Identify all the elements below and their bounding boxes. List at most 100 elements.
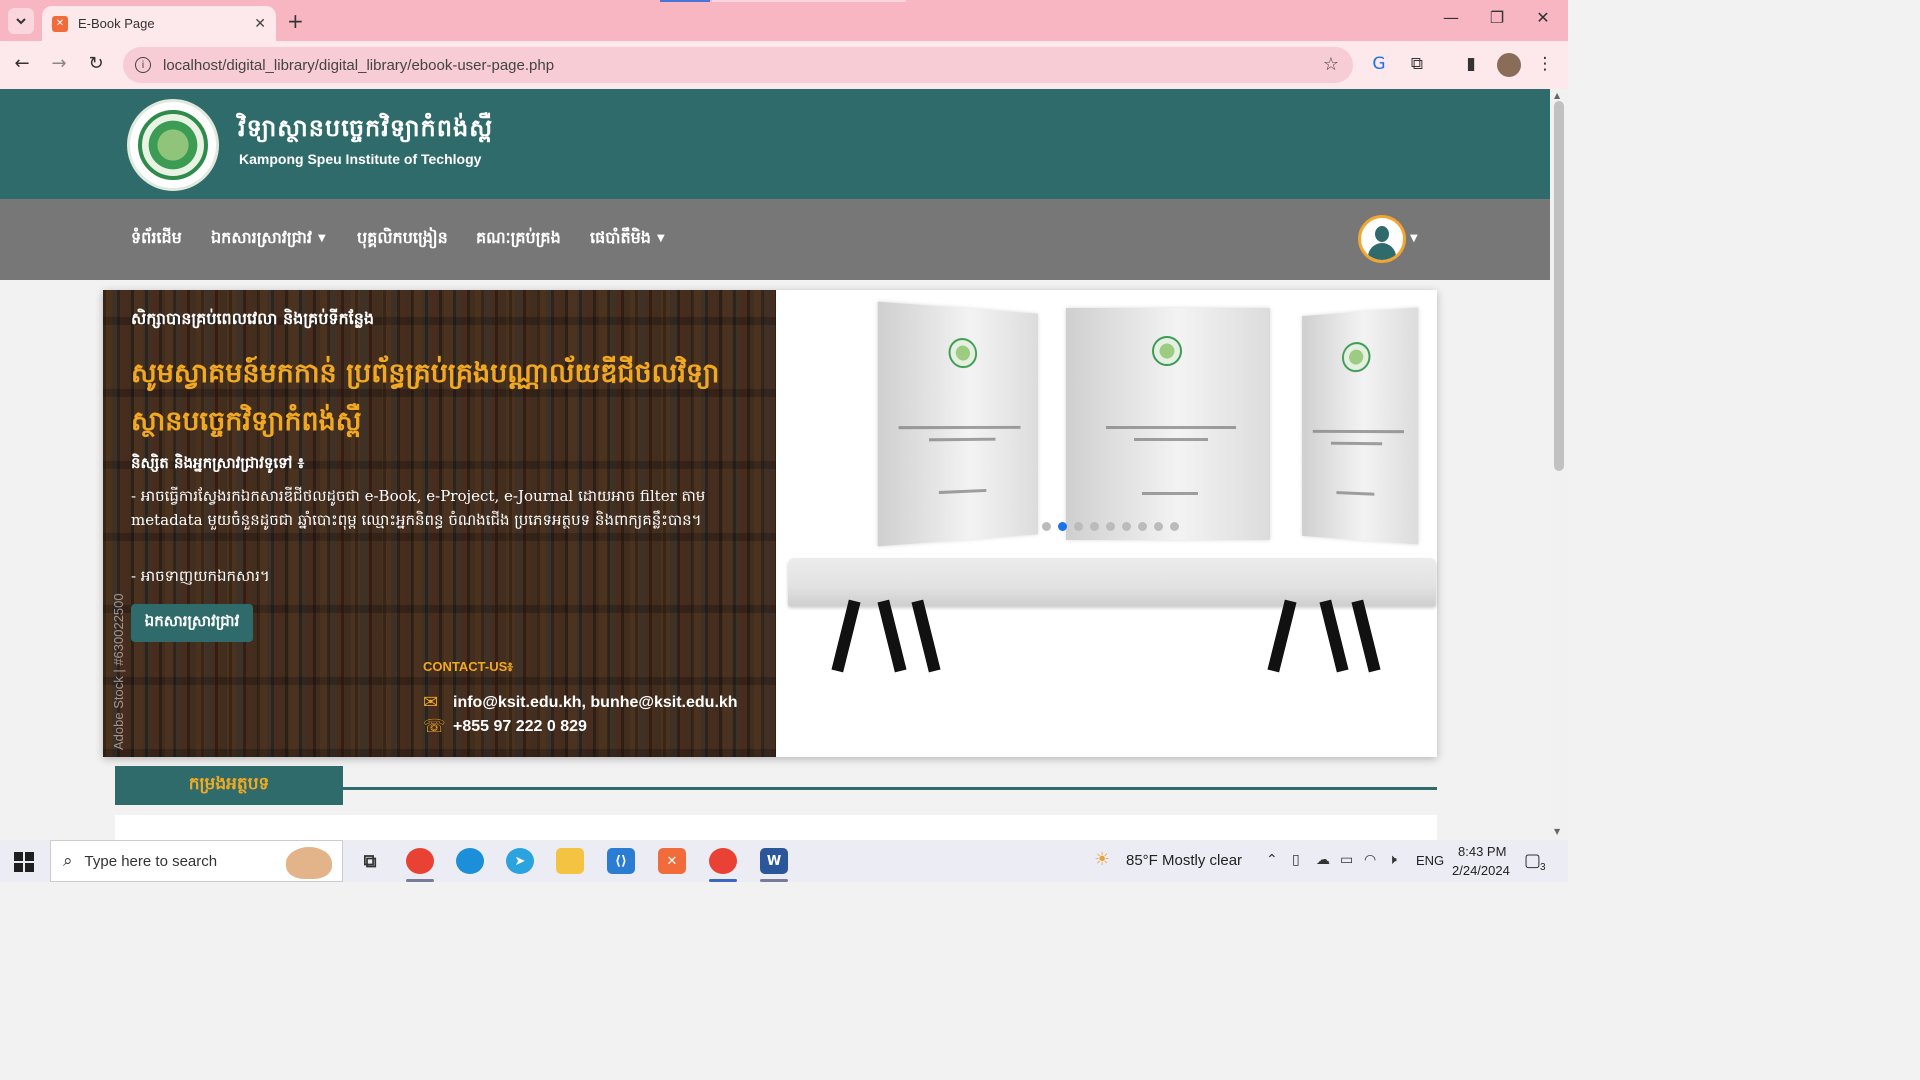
carousel-dot[interactable]: [1106, 522, 1115, 531]
new-tab-plus-icon[interactable]: +: [287, 9, 304, 33]
browser-tab-active[interactable]: ✕ E-Book Page ✕: [42, 6, 276, 41]
carousel-dot[interactable]: [1138, 522, 1147, 531]
book-seal-icon: [1342, 341, 1371, 373]
carousel-dot[interactable]: [1090, 522, 1099, 531]
nav-more[interactable]: ផេបាំតឹមិង ▼: [590, 227, 665, 251]
clock-date[interactable]: 2/24/2024: [1452, 863, 1510, 878]
chrome-profile-app-icon[interactable]: [709, 848, 737, 874]
user-avatar[interactable]: [1358, 215, 1406, 263]
hero-description-download: - អាចទាញយកឯកសារ។: [131, 567, 270, 585]
taskbar-search[interactable]: ⌕ Type here to search: [50, 840, 343, 882]
carousel-dot[interactable]: [1058, 522, 1067, 531]
minimize-icon[interactable]: —: [1428, 8, 1474, 27]
book-carousel: [776, 290, 1437, 757]
hero-title: សូមស្វាគមន៍មកកាន់ ប្រព័ន្ធគ្រប់គ្រងបណ្ណា…: [131, 358, 720, 437]
forward-arrow-icon[interactable]: →: [47, 53, 71, 74]
hero-description-search: - អាចធ្វើការស្វែងរកឯកសារឌីជីថលដូចជា e-Bo…: [131, 487, 706, 529]
ksit-logo[interactable]: [127, 99, 219, 191]
battery-icon[interactable]: ▭: [1340, 852, 1353, 868]
hero-audience: និស្សិត និងអ្នកស្រាវជ្រាវទូទៅ ៖: [131, 454, 305, 472]
windows-start-icon[interactable]: [14, 852, 34, 872]
bookmark-star-icon[interactable]: ☆: [1323, 54, 1339, 75]
book-seal-icon: [948, 337, 978, 369]
page-scrollbar[interactable]: ▲ ▼: [1550, 89, 1568, 840]
carousel-book-cover[interactable]: [877, 301, 1038, 547]
section-divider: [343, 787, 1437, 790]
edge-app-icon[interactable]: [456, 848, 484, 874]
table-leg: [911, 599, 941, 673]
caret-down-icon: ▼: [656, 233, 665, 244]
vscode-app-icon[interactable]: ⟨⟩: [607, 848, 635, 874]
tab-strip-accent-secondary: [712, 0, 906, 2]
nav-home[interactable]: ទំព័រដើម: [131, 227, 182, 251]
user-menu-caret-icon[interactable]: ▼: [1410, 233, 1418, 244]
carousel-dot[interactable]: [1170, 522, 1179, 531]
side-panel-icon[interactable]: ▮: [1460, 54, 1482, 74]
app-running-indicator: [406, 879, 434, 882]
app-active-indicator: [709, 879, 737, 882]
book-author-line: [1336, 491, 1375, 496]
restore-icon[interactable]: ❐: [1474, 8, 1520, 27]
file-explorer-icon[interactable]: [556, 848, 584, 874]
book-author-line: [1142, 492, 1198, 495]
browser-profile-avatar[interactable]: [1497, 53, 1521, 77]
table-leg: [1267, 599, 1297, 673]
device-icon[interactable]: ▯: [1292, 852, 1300, 868]
nav-management-label: គណៈគ្រប់គ្រង: [476, 228, 561, 247]
word-app-icon[interactable]: W: [760, 848, 788, 874]
carousel-dot[interactable]: [1042, 522, 1051, 531]
tray-chevron-up-icon[interactable]: ⌃: [1266, 852, 1278, 868]
book-seal-icon: [1152, 336, 1182, 366]
scroll-down-arrow-icon[interactable]: ▼: [1554, 827, 1560, 836]
web-page: វិទ្យាស្ថានបច្ចេកវិទ្យាកំពង់ស្ពឺ Kampong…: [0, 89, 1550, 840]
scroll-up-arrow-icon[interactable]: ▲: [1554, 91, 1560, 100]
xampp-app-icon[interactable]: ✕: [658, 848, 686, 874]
nav-management[interactable]: គណៈគ្រប់គ្រង: [476, 227, 561, 251]
research-documents-button[interactable]: ឯកសារស្រាវជ្រាវ: [131, 604, 253, 642]
address-bar[interactable]: i localhost/digital_library/digital_libr…: [123, 47, 1353, 83]
carousel-dot[interactable]: [1154, 522, 1163, 531]
user-silhouette-body: [1368, 243, 1396, 260]
tab-search-button[interactable]: [8, 8, 34, 34]
carousel-book-cover[interactable]: [1066, 308, 1270, 540]
notifications-icon[interactable]: ▢: [1524, 850, 1541, 871]
carousel-dot[interactable]: [1074, 522, 1083, 531]
translate-icon[interactable]: G: [1368, 54, 1390, 74]
back-arrow-icon[interactable]: ←: [10, 53, 34, 74]
cloud-sync-icon[interactable]: ☁: [1316, 852, 1330, 868]
extensions-puzzle-icon[interactable]: ⧉: [1406, 54, 1428, 74]
book-subtitle-line: [928, 437, 996, 442]
nav-teaching-staff[interactable]: បុគ្គលិកបង្រៀន: [357, 227, 448, 251]
weather-text[interactable]: 85°F Mostly clear: [1126, 852, 1242, 869]
articles-panel: [115, 815, 1437, 840]
tab-strip-accent: [660, 0, 710, 2]
hero-banner: សិក្សាបានគ្រប់ពេលវេលា និងគ្រប់ទីកន្លែង ស…: [103, 290, 1437, 757]
close-window-icon[interactable]: ✕: [1520, 8, 1566, 27]
scrollbar-thumb[interactable]: [1554, 101, 1564, 471]
stock-watermark: Adobe Stock | #630022500: [111, 593, 126, 750]
contact-phone: +855 97 222 0 829: [453, 718, 587, 735]
clock-time[interactable]: 8:43 PM: [1458, 844, 1506, 859]
site-nav: ទំព័រដើម ឯកសារស្រាវជ្រាវ ▼ បុគ្គលិកបង្រៀន…: [0, 199, 1550, 280]
telegram-app-icon[interactable]: ➤: [506, 848, 534, 874]
app-running-indicator: [760, 879, 788, 882]
chrome-app-icon[interactable]: [406, 848, 434, 874]
carousel-dot[interactable]: [1122, 522, 1131, 531]
nav-home-label: ទំព័រដើម: [131, 228, 182, 247]
weather-icon[interactable]: ☀: [1094, 849, 1110, 870]
nav-research-documents[interactable]: ឯកសារស្រាវជ្រាវ ▼: [211, 227, 326, 251]
reload-icon[interactable]: ↻: [84, 53, 108, 74]
tab-close-icon[interactable]: ✕: [254, 16, 266, 32]
phone-icon: ☏: [423, 716, 446, 737]
contact-phone-row: ☏ +855 97 222 0 829: [423, 718, 587, 736]
wifi-icon[interactable]: ◠: [1364, 852, 1376, 868]
carousel-book-cover[interactable]: [1302, 307, 1419, 545]
contact-email: info@ksit.edu.kh, bunhe@ksit.edu.kh: [453, 694, 738, 711]
carousel-indicators: [1042, 522, 1179, 531]
input-language[interactable]: ENG: [1416, 853, 1444, 868]
site-info-icon[interactable]: i: [135, 57, 151, 73]
volume-muted-icon[interactable]: 🕨: [1388, 852, 1397, 868]
browser-menu-icon[interactable]: ⋮: [1534, 54, 1556, 74]
address-url[interactable]: localhost/digital_library/digital_librar…: [163, 57, 554, 74]
task-view-icon[interactable]: ⧉: [356, 848, 384, 874]
